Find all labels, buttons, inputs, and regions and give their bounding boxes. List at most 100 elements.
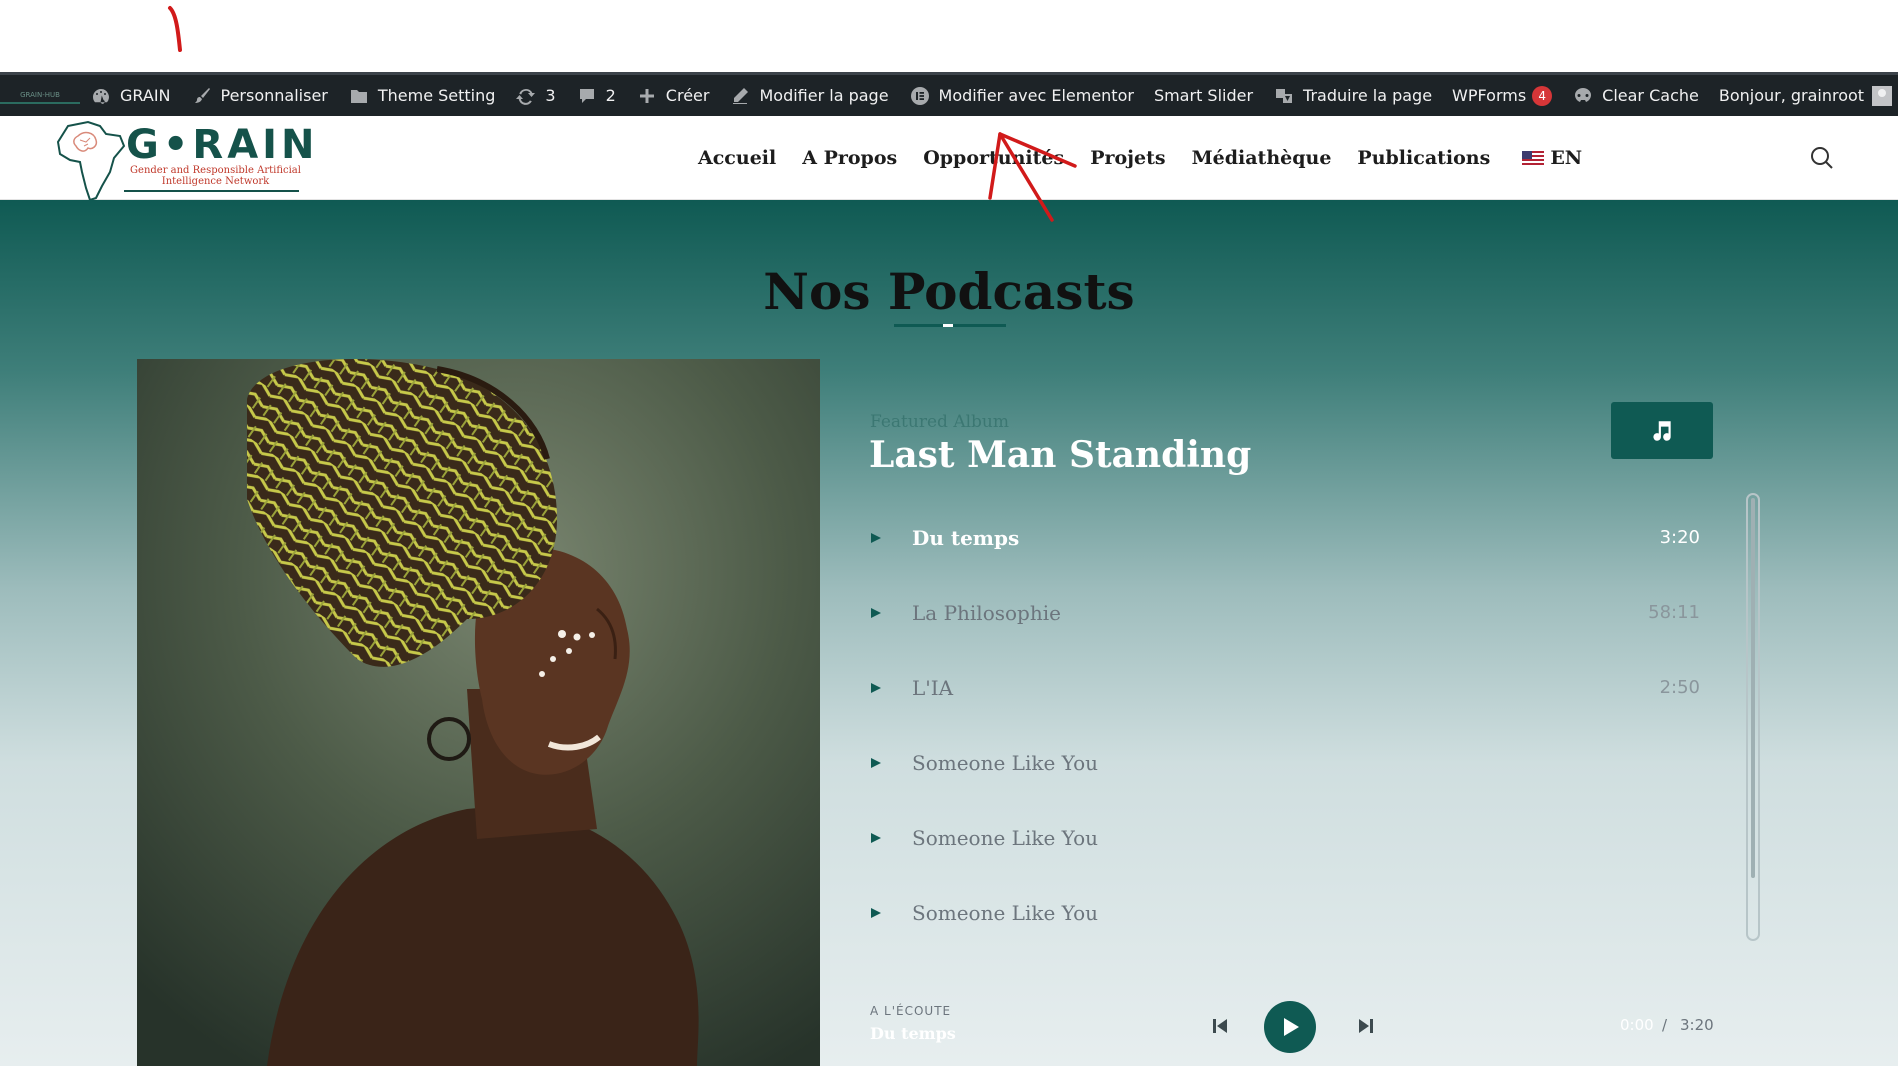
play-icon (871, 607, 881, 618)
tracklist-scrollbar[interactable] (1746, 493, 1760, 941)
nav-item-accueil[interactable]: Accueil (698, 147, 776, 169)
africa-map-logo-icon (56, 120, 126, 202)
play-icon (1284, 1018, 1299, 1036)
track-item[interactable]: Du temps 3:20 (862, 500, 1712, 575)
admin-account[interactable]: Bonjour, grainroot (1709, 74, 1898, 118)
admin-smart-slider-label: Smart Slider (1153, 86, 1254, 105)
admin-site-name[interactable]: GRAIN (80, 74, 181, 118)
admin-translate[interactable]: Traduire la page (1263, 74, 1442, 118)
admin-updates[interactable]: 3 (505, 74, 565, 118)
track-duration: 2:50 (1659, 677, 1700, 698)
now-playing-title: Du temps (870, 1024, 956, 1043)
play-icon (871, 532, 881, 543)
logo-rule (124, 190, 299, 192)
nav-item-publications[interactable]: Publications (1357, 147, 1490, 169)
admin-theme-setting[interactable]: Theme Setting (338, 74, 506, 118)
search-icon (1811, 147, 1833, 169)
next-track-button[interactable] (1356, 1016, 1376, 1036)
admin-theme-setting-label: Theme Setting (377, 86, 496, 105)
track-duration: 58:11 (1648, 602, 1700, 623)
admin-edit-elementor-label: Modifier avec Elementor (938, 86, 1134, 105)
admin-customize-label: Personnaliser (220, 86, 328, 105)
dashboard-icon (90, 85, 112, 107)
section-title: Nos Podcasts (763, 262, 1135, 321)
track-title: Someone Like You (912, 750, 1099, 775)
track-title: La Philosophie (912, 600, 1061, 625)
play-icon (871, 832, 881, 843)
skip-previous-icon (1213, 1019, 1227, 1033)
admin-edit-elementor[interactable]: Modifier avec Elementor (899, 74, 1144, 118)
translate-icon (1273, 85, 1295, 107)
play-pause-button[interactable] (1264, 1001, 1316, 1053)
nav-item-a-propos[interactable]: A Propos (802, 147, 897, 169)
admin-site-name-label: GRAIN (120, 86, 171, 105)
track-title: Someone Like You (912, 825, 1099, 850)
admin-clear-cache-label: Clear Cache (1602, 86, 1699, 105)
featured-album-label: Featured Album (870, 412, 1009, 432)
header-search-button[interactable] (1808, 144, 1836, 172)
play-icon (871, 757, 881, 768)
admin-new-label: Créer (665, 86, 710, 105)
admin-edit-page[interactable]: Modifier la page (719, 74, 898, 118)
play-icon (871, 682, 881, 693)
title-underline-dot (943, 324, 953, 327)
track-list: Du temps 3:20 La Philosophie 58:11 L'IA … (862, 500, 1712, 950)
top-blank-area (0, 0, 1898, 72)
nav-item-opportunites[interactable]: Opportunités (923, 147, 1064, 169)
pencil-icon (729, 85, 751, 107)
music-note-icon (1653, 420, 1671, 441)
admin-clear-cache[interactable]: Clear Cache (1562, 74, 1709, 118)
skip-next-icon (1359, 1019, 1373, 1033)
wpforms-badge: 4 (1532, 85, 1553, 106)
comment-icon (576, 85, 598, 107)
admin-comments-count: 2 (605, 86, 616, 105)
previous-track-button[interactable] (1210, 1016, 1230, 1036)
avatar-icon (1872, 85, 1893, 106)
admin-bar-right: Bonjour, grainroot (1709, 74, 1898, 118)
admin-comments[interactable]: 2 (566, 74, 626, 118)
play-icon (871, 907, 881, 918)
logo-title: G•RAIN (126, 122, 319, 168)
total-time: 3:20 (1680, 1016, 1714, 1034)
admin-wpforms[interactable]: WPForms 4 (1442, 74, 1562, 118)
folder-icon (348, 85, 370, 107)
music-button[interactable] (1611, 402, 1713, 459)
site-header: G•RAIN Gender and Responsible Artificial… (0, 116, 1898, 202)
track-item[interactable]: Someone Like You (862, 725, 1712, 800)
scrollbar-thumb[interactable] (1751, 498, 1755, 878)
podcasts-section: Nos Podcasts Featured Album Last Man Sta… (0, 200, 1898, 1066)
nav-item-projets[interactable]: Projets (1090, 147, 1165, 169)
admin-new[interactable]: Créer (626, 74, 720, 118)
admin-bar: GRAIN-HUB GRAIN Personnaliser Theme Sett… (0, 72, 1898, 116)
admin-translate-label: Traduire la page (1303, 86, 1433, 105)
track-item[interactable]: La Philosophie 58:11 (862, 575, 1712, 650)
portrait-illustration (137, 359, 820, 1066)
admin-site-logo[interactable]: GRAIN-HUB (0, 74, 80, 118)
brush-icon (191, 85, 213, 107)
track-item[interactable]: Someone Like You (862, 800, 1712, 875)
admin-site-logo-text: GRAIN-HUB (0, 88, 80, 104)
main-nav: Accueil A Propos Opportunités Projets Mé… (698, 116, 1582, 200)
admin-greeting: Bonjour, grainroot (1718, 86, 1865, 105)
track-item[interactable]: L'IA 2:50 (862, 650, 1712, 725)
cache-icon (1572, 85, 1594, 107)
us-flag-icon (1522, 151, 1545, 165)
album-title: Last Man Standing (869, 434, 1252, 476)
now-playing-label: A L'ÉCOUTE (870, 1004, 952, 1018)
admin-edit-page-label: Modifier la page (759, 86, 889, 105)
track-title: L'IA (912, 675, 954, 700)
time-separator: / (1662, 1016, 1668, 1034)
elementor-icon (909, 85, 931, 107)
admin-customize[interactable]: Personnaliser (181, 74, 338, 118)
nav-item-mediatheque[interactable]: Médiathèque (1192, 147, 1332, 169)
track-title: Someone Like You (912, 900, 1099, 925)
logo-subtitle: Gender and Responsible Artificial Intell… (130, 165, 301, 187)
language-switcher[interactable]: EN (1522, 147, 1582, 169)
current-time: 0:00 (1620, 1016, 1654, 1034)
track-duration: 3:20 (1659, 527, 1700, 548)
track-title: Du temps (912, 525, 1020, 550)
admin-smart-slider[interactable]: Smart Slider (1144, 74, 1263, 118)
album-cover-image (137, 359, 820, 1066)
track-item[interactable]: Someone Like You (862, 875, 1712, 950)
site-logo[interactable]: G•RAIN Gender and Responsible Artificial… (54, 120, 315, 202)
